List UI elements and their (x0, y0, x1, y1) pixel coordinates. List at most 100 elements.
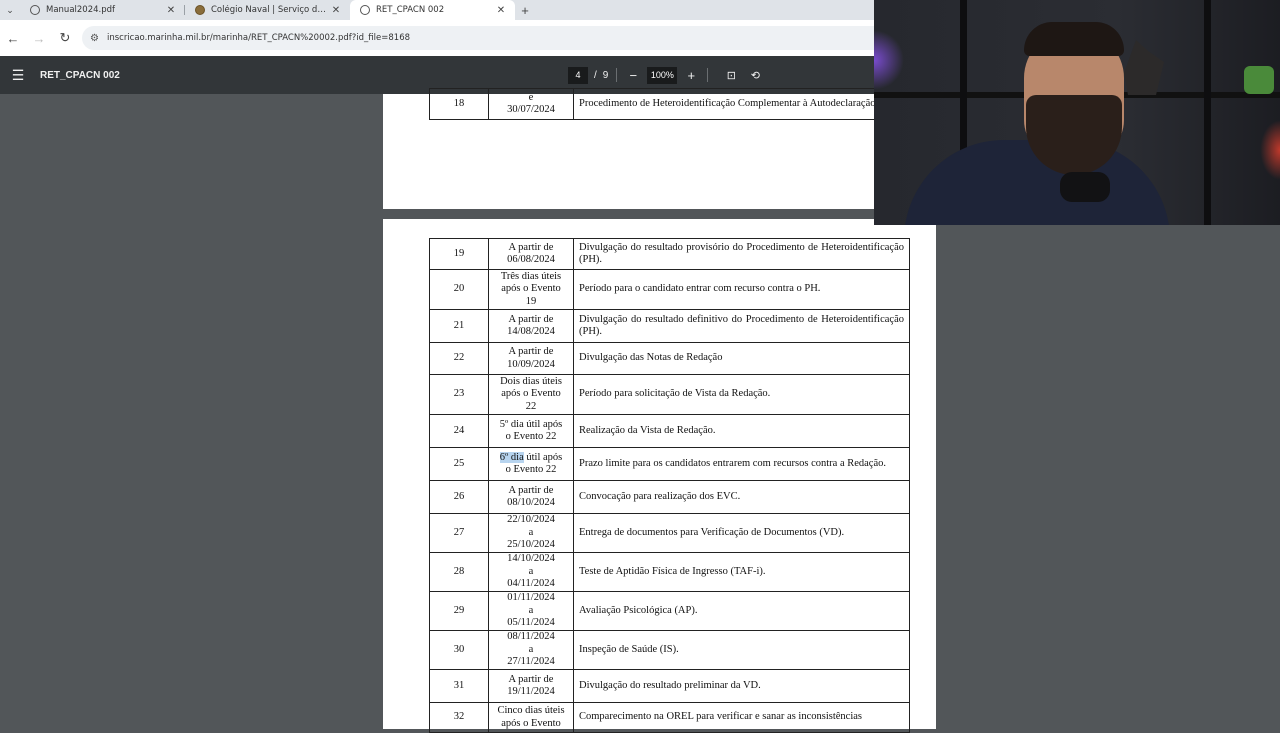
event-date-line: 14/10/2024 (507, 553, 555, 565)
event-number: 30 (429, 630, 489, 670)
event-date-line: A partir de (508, 346, 554, 357)
address-bar[interactable]: ⚙ inscricao.marinha.mil.br/marinha/RET_C… (82, 26, 902, 50)
neon-light (874, 30, 904, 90)
close-icon[interactable]: ✕ (330, 5, 342, 16)
event-date-line: A partir de (508, 313, 554, 325)
event-description: Período para solicitação de Vista da Red… (573, 374, 910, 415)
event-date-line: A partir de (508, 484, 554, 496)
document-title: RET_CPACN 002 (40, 69, 120, 81)
forward-arrow-icon[interactable]: → (26, 25, 52, 51)
table-row: 22 A partir de 10/09/2024 Divulgação das No… (429, 342, 910, 375)
close-icon[interactable]: ✕ (495, 5, 507, 16)
event-date-line: 22 (525, 400, 537, 412)
table-row: 21 A partir de 14/08/2024 Divulgação do res… (429, 309, 910, 343)
event-date-line: 14/08/2024 (507, 326, 555, 337)
pdf-page-previous: 18 e 30/07/2024 Procedimento de Heteroid… (383, 88, 936, 209)
plus-icon[interactable]: + (683, 68, 699, 83)
event-date-line: o Evento 22 (505, 431, 557, 442)
event-date-line: 30/07/2024 (507, 104, 555, 115)
event-description: Inspeção de Saúde (IS). (573, 630, 910, 670)
page-separator: / (594, 69, 597, 81)
zoom-level-input[interactable]: 100% (647, 66, 678, 84)
event-date-line: após o Evento (501, 388, 561, 400)
event-description: Teste de Aptidão Física de Ingresso (TAF… (573, 552, 910, 592)
tab-title: Colégio Naval | Serviço de Seleção (211, 5, 330, 15)
back-arrow-icon[interactable]: ← (0, 25, 26, 51)
tab-title: RET_CPACN 002 (376, 5, 445, 15)
event-date-line: A partir de (508, 673, 554, 685)
event-date: Dois dias úteis após o Evento 22 (488, 374, 574, 415)
table-row: 32 Cinco dias úteis após o Evento Compareci… (429, 702, 910, 733)
event-number: 31 (429, 669, 489, 703)
event-date-line: 01/11/2024 (507, 592, 555, 604)
event-description: Divulgação das Notas de Redação (573, 342, 910, 375)
event-description: Realização da Vista de Redação. (573, 414, 910, 448)
table-row: 31 A partir de 19/11/2024 Divulgação do res… (429, 669, 910, 703)
event-date-line: 19/11/2024 (507, 686, 555, 697)
neon-light (1260, 120, 1280, 180)
presenter-hair (1024, 22, 1124, 56)
table-row: 25 6º dia útil após o Evento 22 Prazo limit… (429, 447, 910, 481)
toolbar-divider (707, 68, 709, 82)
url-text: inscricao.marinha.mil.br/marinha/RET_CPA… (106, 33, 411, 43)
event-number: 23 (429, 374, 489, 415)
event-number: 20 (429, 269, 489, 310)
shelf (1204, 0, 1211, 225)
event-number: 27 (429, 513, 489, 553)
total-pages: 9 (602, 69, 609, 81)
chevron-down-icon[interactable]: ⌄ (0, 0, 20, 20)
event-date-line: 19 (525, 295, 537, 307)
event-date-line: Cinco dias úteis (497, 705, 565, 716)
event-date: Cinco dias úteis após o Evento (488, 702, 574, 733)
page-controls: 4 / 9 − 100% + ⊡ ⟲ (568, 66, 764, 84)
table-row: 30 08/11/2024 a 27/11/2024 Inspeção de Saúde… (429, 630, 910, 670)
event-date-line: a (528, 643, 534, 655)
tab-ret-cpacn[interactable]: RET_CPACN 002 ✕ (350, 0, 515, 20)
event-date-line: 04/11/2024 (507, 578, 555, 590)
rotate-icon[interactable]: ⟲ (746, 66, 764, 84)
event-date: 14/10/2024 a 04/11/2024 (488, 552, 574, 592)
event-date: 22/10/2024 a 25/10/2024 (488, 513, 574, 553)
site-info-icon[interactable]: ⚙ (90, 33, 99, 44)
microphone (1060, 172, 1110, 202)
event-date-line: a (528, 604, 534, 616)
fit-page-icon[interactable]: ⊡ (722, 66, 740, 84)
reload-icon[interactable]: ↻ (52, 25, 78, 51)
event-description: Comparecimento na OREL para verificar e … (573, 702, 910, 733)
globe-icon (360, 5, 370, 15)
schedule-table: 19 A partir de 06/08/2024 Divulgação do res… (429, 238, 910, 733)
table-row: 27 22/10/2024 a 25/10/2024 Entrega de docume… (429, 513, 910, 553)
event-date-line: 27/11/2024 (507, 656, 555, 668)
tab-colegio-naval[interactable]: Colégio Naval | Serviço de Seleção ✕ (185, 0, 350, 20)
table-row: 23 Dois dias úteis após o Evento 22 Período … (429, 374, 910, 415)
hamburger-menu-icon[interactable]: ☰ (0, 67, 36, 84)
colegio-naval-favicon-icon (195, 5, 205, 15)
table-row: 28 14/10/2024 a 04/11/2024 Teste de Aptidão … (429, 552, 910, 592)
page-number-input[interactable]: 4 (568, 66, 588, 84)
event-date: 6º dia útil após o Evento 22 (488, 447, 574, 481)
table-row: 18 e 30/07/2024 Procedimento de Heteroid… (429, 88, 910, 120)
table-row: 24 5º dia útil após o Evento 22 Realização … (429, 414, 910, 448)
event-number: 32 (429, 702, 489, 733)
new-tab-button[interactable]: + (515, 3, 535, 18)
event-date-line: e (528, 91, 534, 103)
event-date: 08/11/2024 a 27/11/2024 (488, 630, 574, 670)
event-date: Três dias úteis após o Evento 19 (488, 269, 574, 310)
event-number: 24 (429, 414, 489, 448)
minus-icon[interactable]: − (625, 68, 641, 83)
table-row: 20 Três dias úteis após o Evento 19 Período … (429, 269, 910, 310)
table-row: 26 A partir de 08/10/2024 Convocação para r… (429, 480, 910, 514)
mug (1244, 66, 1274, 94)
event-number: 19 (429, 238, 489, 270)
table-row: 19 A partir de 06/08/2024 Divulgação do res… (429, 238, 910, 270)
event-date-line: 6º dia útil após (499, 451, 563, 463)
event-number: 28 (429, 552, 489, 592)
event-date-line: após o Evento (501, 283, 561, 295)
event-date-line: 08/11/2024 (507, 631, 555, 643)
tab-manual2024[interactable]: Manual2024.pdf ✕ (20, 0, 185, 20)
webcam-overlay (874, 0, 1280, 225)
event-description: Período para o candidato entrar com recu… (573, 269, 910, 310)
close-icon[interactable]: ✕ (165, 5, 177, 16)
globe-icon (30, 5, 40, 15)
event-date-line: após o Evento (501, 717, 561, 729)
